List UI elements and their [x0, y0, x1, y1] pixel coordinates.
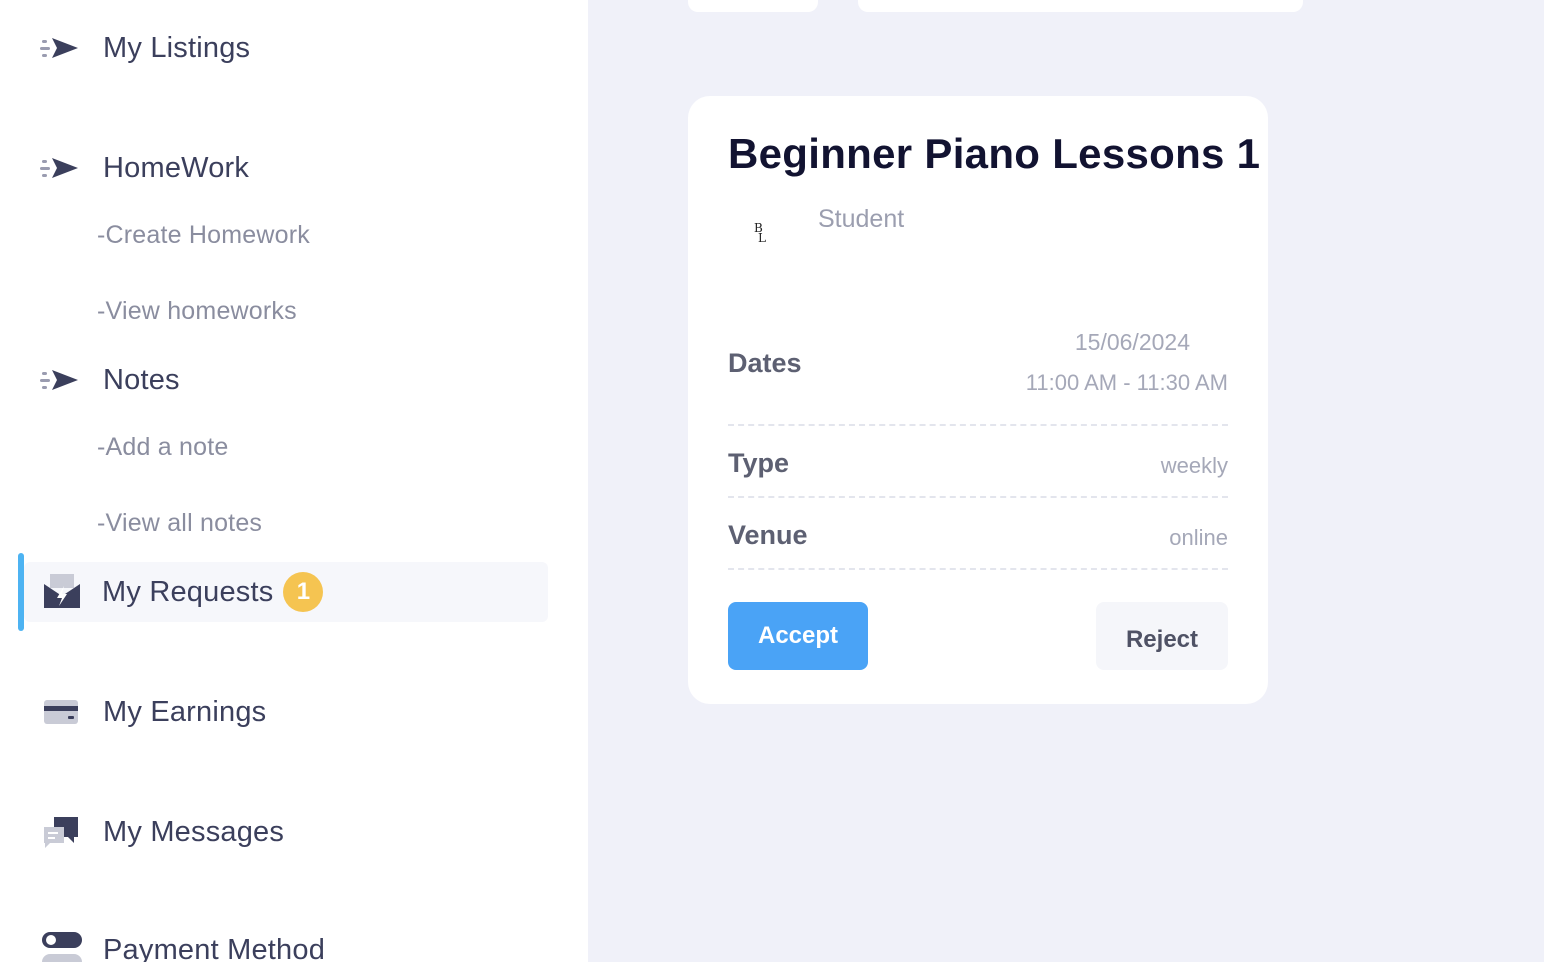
- time-value: 11:00 AM - 11:30 AM: [1025, 370, 1228, 395]
- avatar: B L: [748, 220, 776, 248]
- send-icon: [40, 28, 84, 68]
- sidebar-subitem-add-note[interactable]: -Add a note: [97, 433, 228, 462]
- sidebar-item-label: My Messages: [103, 815, 285, 848]
- reject-button[interactable]: Reject: [1096, 602, 1228, 670]
- sidebar-item-homework[interactable]: HomeWork: [40, 148, 249, 188]
- chat-bubbles-icon: [40, 812, 84, 852]
- sidebar-subitem-view-homeworks[interactable]: -View homeworks: [97, 297, 297, 326]
- sidebar-item-my-requests[interactable]: My Requests 1: [40, 572, 324, 612]
- sidebar-item-label: Payment Method: [103, 933, 326, 962]
- notification-badge: 1: [283, 572, 324, 612]
- date-value: 15/06/2024: [1074, 329, 1190, 355]
- toggle-icon: [40, 930, 84, 962]
- send-icon: [40, 360, 84, 400]
- type-row: Type weekly: [728, 426, 1228, 498]
- accept-button[interactable]: Accept: [728, 602, 868, 670]
- sidebar-item-label: HomeWork: [103, 151, 250, 184]
- send-icon: [40, 148, 84, 188]
- venue-label: Venue: [728, 520, 808, 550]
- venue-value: online: [1169, 525, 1228, 550]
- sidebar-item-payment-method[interactable]: Payment Method: [40, 930, 325, 962]
- sidebar-subitem-create-homework[interactable]: -Create Homework: [97, 221, 310, 250]
- sidebar-item-my-earnings[interactable]: My Earnings: [40, 692, 266, 732]
- sidebar: My Listings HomeWork -Create Homework -V…: [0, 0, 588, 962]
- sidebar-item-label: My Listings: [103, 31, 251, 64]
- svg-text:L: L: [758, 231, 766, 245]
- dates-label: Dates: [728, 348, 802, 378]
- dates-row: Dates 15/06/2024 11:00 AM - 11:30 AM: [728, 326, 1228, 426]
- venue-row: Venue online: [728, 498, 1228, 570]
- avatar-monogram: B L: [754, 221, 766, 245]
- sidebar-item-my-messages[interactable]: My Messages: [40, 812, 284, 852]
- sidebar-item-my-listings[interactable]: My Listings: [40, 28, 250, 68]
- inbox-lightning-icon: [40, 572, 84, 612]
- credit-card-icon: [40, 692, 84, 732]
- sidebar-item-notes[interactable]: Notes: [40, 360, 180, 400]
- requester-role: Student: [818, 205, 905, 233]
- request-card: Beginner Piano Lessons 1 B L Student Dat…: [688, 96, 1268, 704]
- type-value: weekly: [1160, 453, 1228, 478]
- sidebar-item-label: My Requests: [102, 575, 274, 608]
- sidebar-item-label: My Earnings: [103, 695, 267, 728]
- sidebar-item-label: Notes: [103, 363, 180, 396]
- sidebar-subitem-view-all-notes[interactable]: -View all notes: [97, 509, 262, 538]
- partial-card: [858, 0, 1303, 12]
- request-title: Beginner Piano Lessons 1: [728, 130, 1261, 177]
- type-label: Type: [728, 448, 790, 478]
- partial-card: [688, 0, 818, 12]
